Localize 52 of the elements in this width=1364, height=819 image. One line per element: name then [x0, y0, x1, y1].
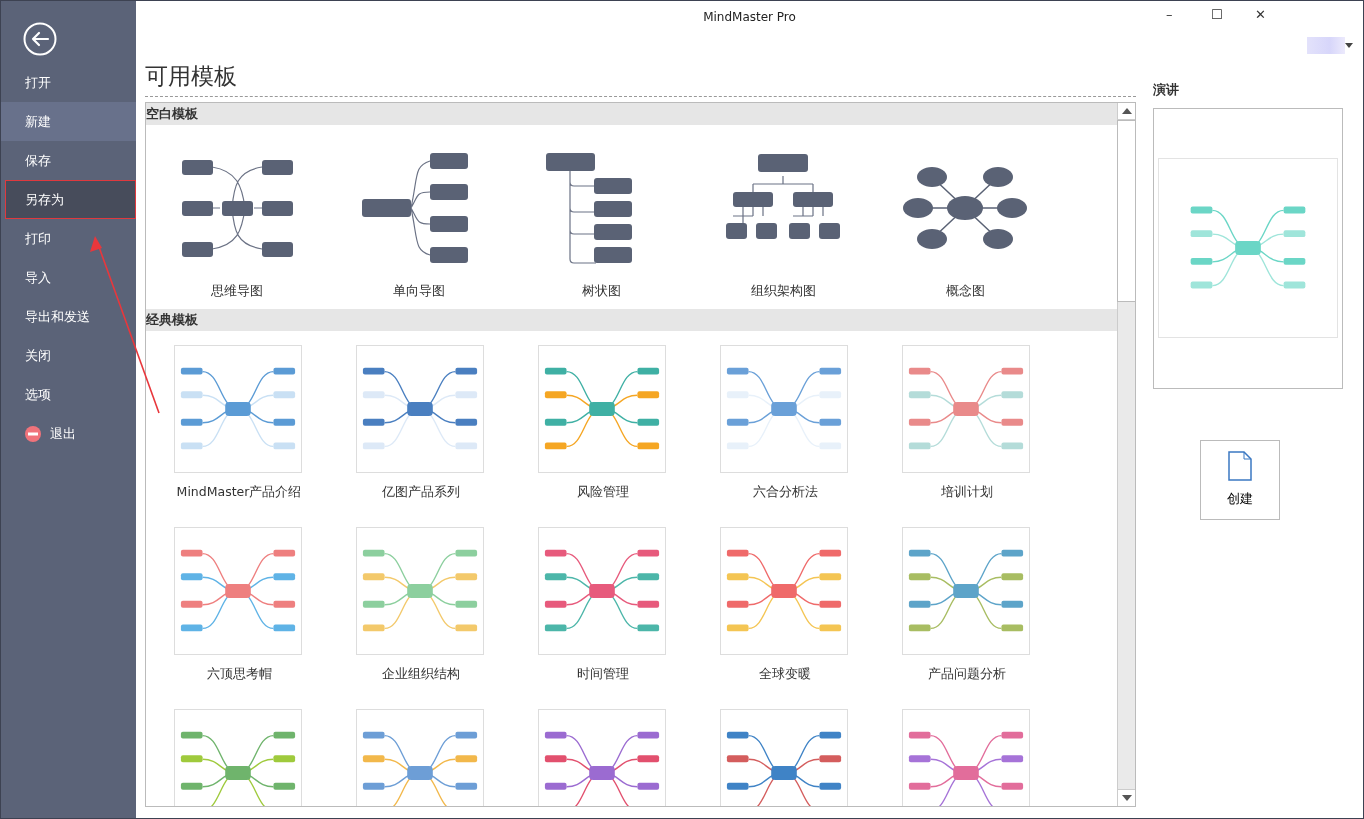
template-label: 树状图 [581, 282, 621, 300]
menu-item[interactable]: 打印 [1, 219, 136, 258]
template-thumbnail[interactable] [538, 527, 666, 655]
template-label: 组织架构图 [750, 282, 816, 300]
template-label: 风险管理 [576, 483, 630, 501]
menu-item[interactable]: 导入 [1, 258, 136, 297]
back-icon[interactable] [23, 22, 57, 56]
page-heading: 可用模板 [145, 61, 1136, 97]
template-label: 六顶思考帽 [205, 665, 273, 683]
template-label: 概念图 [945, 282, 985, 300]
template-label: 产品问题分析 [927, 665, 1007, 683]
maximize-button[interactable]: ☐ [1205, 5, 1229, 25]
menu-item[interactable]: 关闭 [1, 336, 136, 375]
template-thumbnail[interactable] [720, 527, 848, 655]
template-label: MindMaster产品介绍 [175, 483, 303, 501]
preview-title: 演讲 [1153, 81, 1180, 99]
exit-icon [25, 425, 41, 442]
menu-item[interactable]: 退出 [1, 414, 136, 453]
template-label: 思维导图 [211, 282, 263, 300]
template-thumbnail[interactable] [174, 527, 302, 655]
template-label: 培训计划 [940, 483, 994, 501]
menu-item[interactable]: 新建 [1, 102, 136, 141]
create-button[interactable]: 创建 [1200, 439, 1280, 520]
minimize-button[interactable]: – [1160, 5, 1179, 25]
menu-item-label: 退出 [50, 424, 76, 443]
template-label: 亿图产品系列 [381, 483, 461, 501]
menu-item[interactable]: 选项 [1, 375, 136, 414]
template-label: 全球变暖 [758, 665, 812, 683]
menu-item[interactable]: 导出和发送 [1, 297, 136, 336]
document-icon [1228, 451, 1252, 481]
template-thumbnail[interactable] [174, 345, 302, 473]
template-thumbnail[interactable] [356, 345, 484, 473]
template-label: 单向导图 [393, 282, 445, 300]
template-thumbnail[interactable] [538, 345, 666, 473]
scrollbar[interactable] [1117, 103, 1135, 806]
menu-item[interactable]: 保存 [1, 141, 136, 180]
caret-icon[interactable] [1345, 42, 1353, 48]
section-header: 空白模板 [146, 103, 1117, 125]
menu-item[interactable]: 打开 [1, 63, 136, 102]
template-thumbnail[interactable] [356, 527, 484, 655]
scroll-up-icon[interactable] [1121, 108, 1132, 114]
section-header: 经典模板 [146, 309, 1117, 331]
window-title: MindMaster Pro [703, 9, 796, 26]
template-label: 六合分析法 [751, 483, 819, 501]
close-button[interactable]: ✕ [1249, 5, 1272, 25]
template-thumbnail[interactable] [902, 527, 1030, 655]
template-label: 时间管理 [576, 665, 630, 683]
template-thumbnail[interactable] [720, 345, 848, 473]
template-thumbnail[interactable] [902, 345, 1030, 473]
template-label: 企业组织结构 [381, 665, 461, 683]
scroll-down-icon[interactable] [1121, 795, 1132, 801]
menu-item[interactable]: 另存为 [5, 180, 136, 219]
